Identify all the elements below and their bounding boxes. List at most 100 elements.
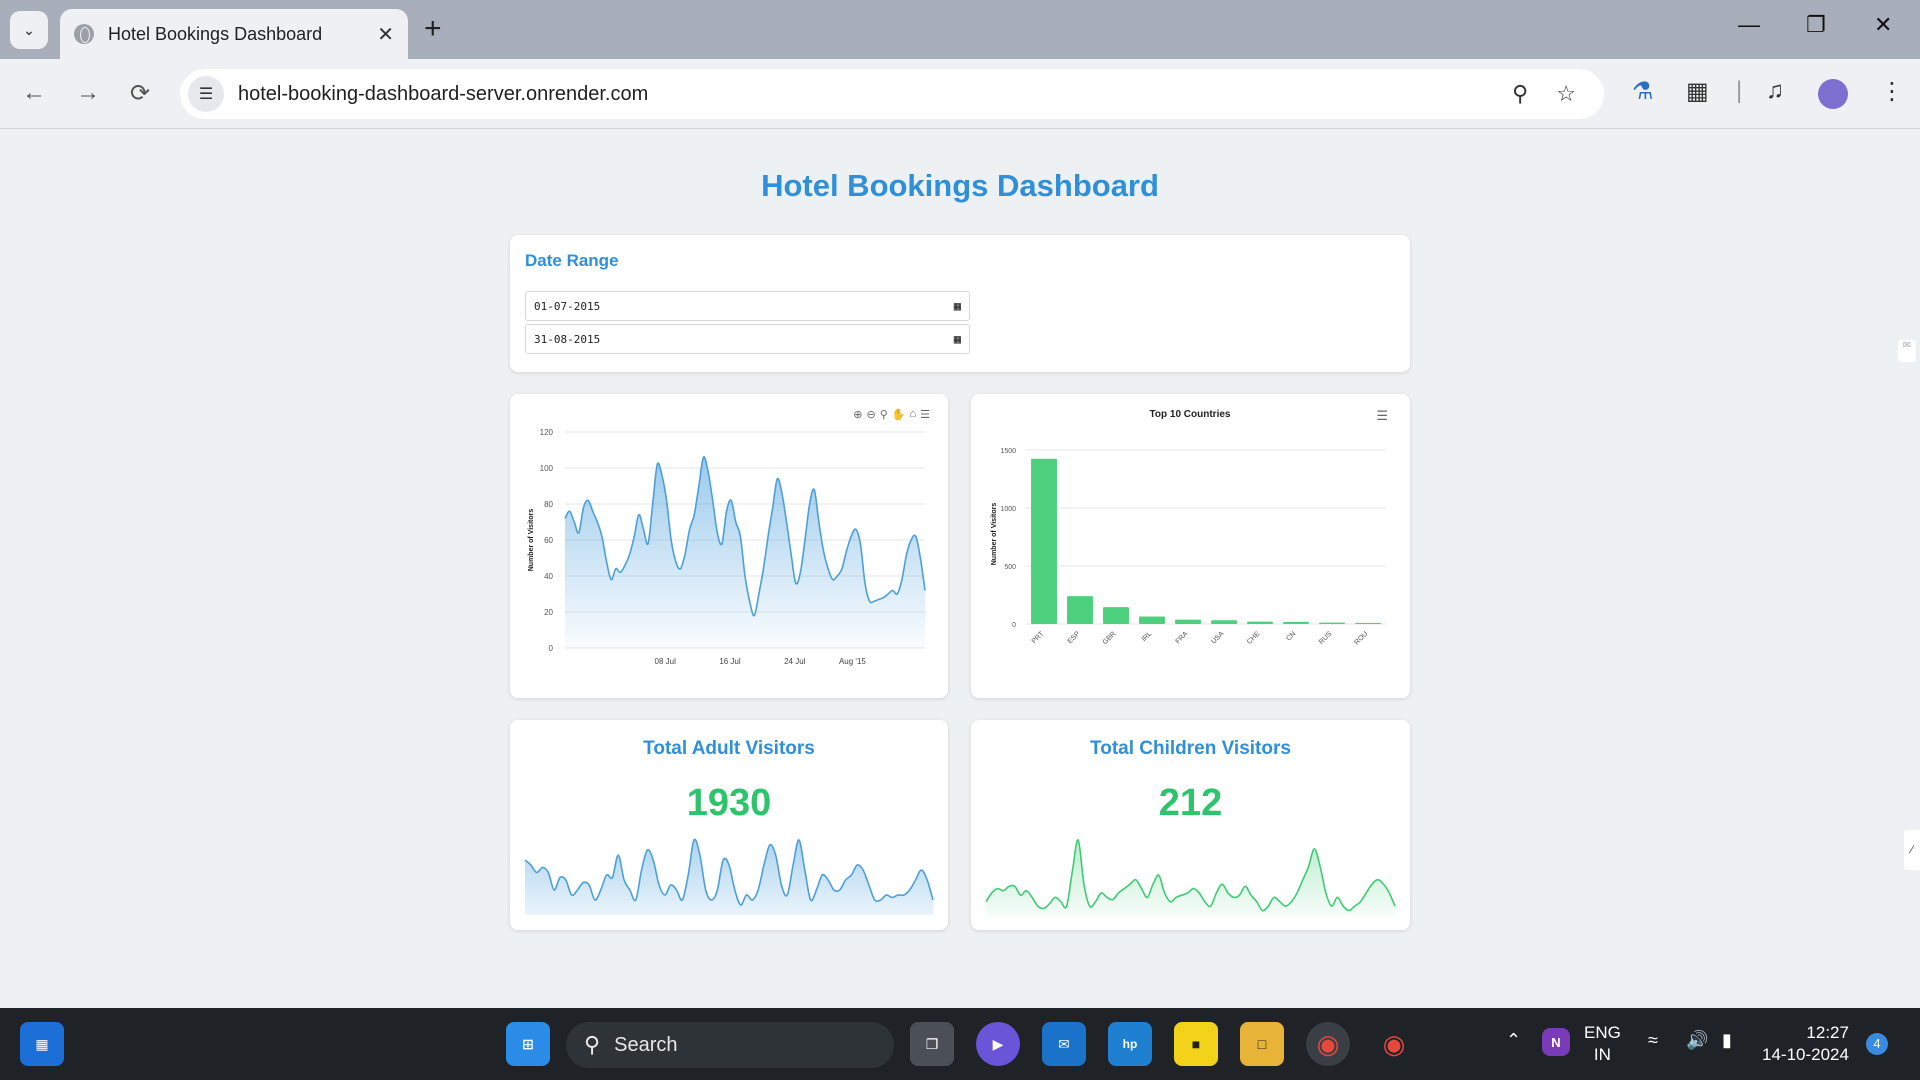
chrome-profile-icon[interactable]: ◉ [1372, 1022, 1416, 1066]
date-range-card: Date Range 01-07-2015 ▦ 31-08-2015 ▦ [510, 235, 1410, 372]
myhp-icon[interactable]: hp [1108, 1022, 1152, 1066]
battery-icon[interactable]: ▮ [1722, 1030, 1732, 1051]
taskbar-search[interactable]: ⚲ Search [566, 1022, 894, 1068]
bar-rus [1319, 622, 1345, 624]
back-icon[interactable]: ← [22, 79, 46, 107]
tab-search-button[interactable]: ⌄ [10, 11, 48, 49]
minimize-icon[interactable]: — [1738, 12, 1760, 38]
url-text[interactable]: hotel-booking-dashboard-server.onrender.… [238, 83, 1512, 106]
sparkline-area [525, 839, 933, 915]
reload-icon[interactable]: ⟳ [130, 79, 150, 108]
date-range-heading: Date Range [525, 251, 619, 270]
new-tab-button[interactable]: + [424, 12, 442, 46]
y-axis-label: Number of Visitors [991, 503, 998, 566]
top-countries-card: ☰ Top 10 Countries 0 500 1000 1500 Number of … [971, 394, 1410, 698]
menu-kebab-icon[interactable]: ⋮ [1880, 77, 1904, 106]
calendar-icon[interactable]: ▦ [954, 332, 961, 346]
children-visitors-card: Total Children Visitors 212 [971, 720, 1410, 930]
bar-gbr [1103, 607, 1129, 624]
search-icon: ⚲ [584, 1032, 601, 1057]
clock[interactable]: 12:27 14-10-2024 [1762, 1022, 1849, 1066]
x-tick-label: 16 Jul [719, 657, 741, 666]
chevron-down-icon: ⌄ [23, 21, 35, 38]
bar-rou [1355, 622, 1381, 624]
chart-title: Top 10 Countries [1150, 409, 1231, 420]
volume-icon[interactable]: 🔊 [1686, 1030, 1708, 1051]
close-window-icon[interactable]: ✕ [1874, 12, 1892, 38]
y-tick-label: 80 [544, 500, 553, 509]
y-tick-label: 40 [544, 572, 553, 581]
x-tick-label: IRL [1141, 630, 1154, 643]
bar-fra [1175, 619, 1201, 624]
x-tick-label: PRT [1031, 630, 1046, 645]
y-tick-label: 120 [540, 428, 554, 437]
x-tick-label: USA [1210, 630, 1225, 645]
windows-taskbar: ▦ ⊞ ⚲ Search ❐ ▶ ✉ hp ■ □ ◉ ◉ ⌃ N ENG IN… [0, 1008, 1920, 1080]
visitors-timeline-card: ⊕ ⊖ ⚲ ✋ ⌂ ☰ 0 20 40 60 80 100 120 Number of Vis… [510, 394, 948, 698]
collapse-handle-icon[interactable]: ∕ [1904, 830, 1920, 870]
calendar-icon[interactable]: ▦ [954, 299, 961, 313]
lang-top: ENG [1584, 1023, 1621, 1042]
zoom-icon[interactable]: ⚲ [1512, 81, 1528, 107]
extension-icon[interactable]: ⚗ [1632, 77, 1654, 106]
page-content: Hotel Bookings Dashboard Date Range 01-0… [0, 130, 1920, 1008]
side-panel-toggle[interactable]: ✉ [1898, 340, 1916, 362]
adult-sparkline [524, 838, 934, 915]
forward-icon[interactable]: → [76, 79, 100, 107]
x-tick-label: CHE [1246, 630, 1262, 646]
mail-icon[interactable]: ✉ [1042, 1022, 1086, 1066]
address-bar[interactable]: ☰ hotel-booking-dashboard-server.onrende… [180, 69, 1604, 119]
site-settings-icon[interactable]: ☰ [188, 76, 224, 112]
y-axis-label: Number of Visitors [528, 509, 535, 572]
chrome-icon[interactable]: ◉ [1306, 1022, 1350, 1066]
bookmark-star-icon[interactable]: ☆ [1556, 81, 1576, 107]
end-date-input[interactable]: 31-08-2015 ▦ [525, 324, 970, 354]
toolbar-divider: | [1736, 77, 1743, 104]
active-tab[interactable]: Hotel Bookings Dashboard ✕ [60, 9, 408, 59]
tray-overflow-icon[interactable]: ⌃ [1506, 1030, 1521, 1051]
series-area [565, 456, 925, 648]
notification-badge[interactable]: 4 [1866, 1033, 1888, 1055]
start-date-input[interactable]: 01-07-2015 ▦ [525, 291, 970, 321]
profile-avatar[interactable] [1818, 79, 1848, 109]
windows-start-icon[interactable]: ⊞ [506, 1022, 550, 1066]
x-tick-label: FRA [1175, 630, 1190, 645]
x-tick-label: ROU [1353, 630, 1369, 646]
y-tick-label: 20 [544, 608, 553, 617]
children-sparkline [985, 839, 1396, 915]
language-indicator[interactable]: ENG IN [1584, 1022, 1621, 1066]
video-call-icon[interactable]: ▶ [976, 1022, 1020, 1066]
page-title: Hotel Bookings Dashboard [761, 168, 1159, 203]
close-tab-icon[interactable]: ✕ [377, 22, 394, 47]
search-label: Search [614, 1033, 678, 1056]
bar-cn [1283, 621, 1309, 624]
onenote-icon[interactable]: N [1542, 1028, 1570, 1056]
lang-bottom: IN [1593, 1045, 1611, 1064]
bar-esp [1067, 596, 1093, 624]
clock-date: 14-10-2024 [1762, 1045, 1849, 1064]
browser-toolbar: ← → ⟳ ☰ hotel-booking-dashboard-server.o… [0, 59, 1920, 129]
widgets-icon[interactable]: ▦ [20, 1022, 64, 1066]
x-tick-label: RUS [1318, 630, 1334, 646]
y-tick-label: 100 [540, 464, 554, 473]
extensions-puzzle-icon[interactable]: ▦ [1686, 77, 1709, 106]
y-tick-label: 1000 [1000, 506, 1016, 513]
bar-usa [1211, 620, 1237, 624]
top-countries-bar-chart: Top 10 Countries 0 500 1000 1500 Number of Vi… [991, 409, 1386, 646]
start-date-value: 01-07-2015 [534, 299, 601, 313]
file-explorer-icon[interactable]: □ [1240, 1022, 1284, 1066]
restore-icon[interactable]: ❐ [1806, 12, 1826, 38]
wifi-icon[interactable]: ≈ [1648, 1030, 1658, 1051]
y-tick-label: 500 [1004, 564, 1016, 571]
x-tick-label: GBR [1102, 630, 1118, 646]
x-tick-label: 24 Jul [784, 657, 806, 666]
x-tick-label: CN [1285, 630, 1297, 642]
browser-tab-strip: ⌄ Hotel Bookings Dashboard ✕ + — ❐ ✕ [0, 0, 1920, 59]
x-tick-label: Aug '15 [839, 657, 866, 666]
sticky-notes-icon[interactable]: ■ [1174, 1022, 1218, 1066]
clock-time: 12:27 [1806, 1023, 1849, 1042]
y-tick-label: 0 [549, 644, 554, 653]
bar-irl [1139, 616, 1165, 624]
media-control-icon[interactable]: ♫ [1766, 77, 1784, 105]
task-view-icon[interactable]: ❐ [910, 1022, 954, 1066]
